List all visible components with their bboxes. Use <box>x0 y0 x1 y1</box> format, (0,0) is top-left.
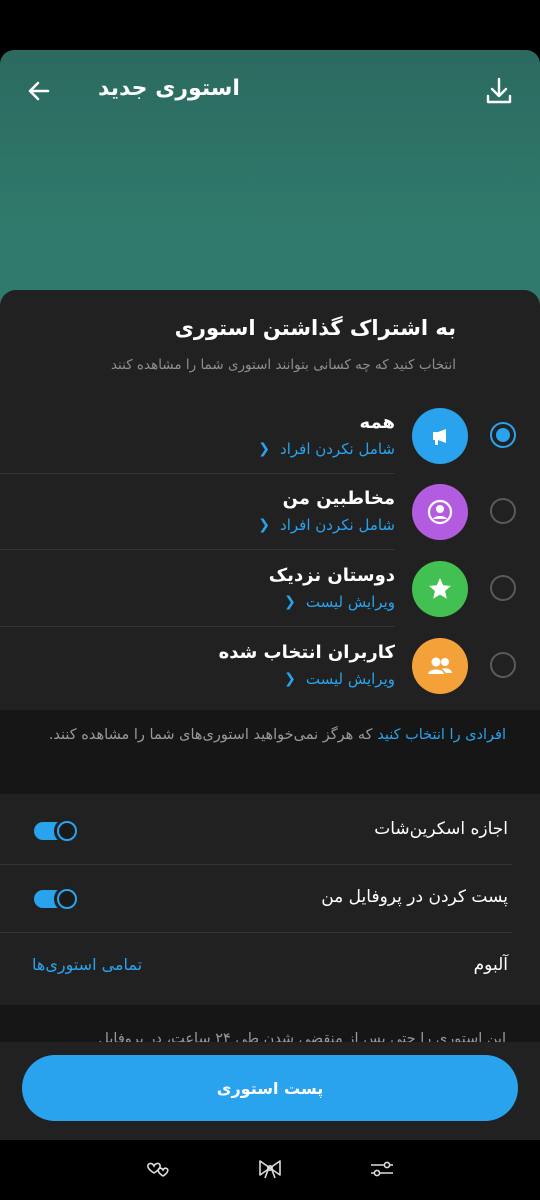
chevron-left-icon: ❮ <box>258 441 271 457</box>
option-selected-users-link-label: ویرایش لیست <box>305 670 395 688</box>
post-story-button[interactable]: پست استوری <box>22 1055 518 1121</box>
album-value-link[interactable]: تمامی استوری‌ها <box>32 955 142 974</box>
option-everyone-link[interactable]: شامل نکردن افراد ❮ <box>258 440 395 458</box>
bow-icon <box>259 1160 281 1179</box>
option-close-friends-avatar <box>412 561 468 617</box>
user-icon <box>427 499 453 525</box>
hearts-icon <box>147 1162 169 1177</box>
option-close-friends-link[interactable]: ویرایش لیست ❮ <box>284 593 395 611</box>
option-selected-users[interactable]: کاربران انتخاب شده ویرایش لیست ❮ <box>0 628 540 704</box>
sheet-title: به اشتراک گذاشتن استوری <box>174 316 456 340</box>
post-to-profile-toggle[interactable] <box>34 886 82 912</box>
exclude-info-rest: که هرگز نمی‌خواهید استوری‌های شما را مشا… <box>48 727 378 743</box>
exclude-info-text: افرادی را انتخاب کنید که هرگز نمی‌خواهید… <box>26 722 506 748</box>
option-everyone-avatar <box>412 408 468 464</box>
page-title: استوری جدید <box>98 76 240 101</box>
download-button[interactable] <box>484 74 514 108</box>
setting-allow-screenshot[interactable]: اجازه اسکرین‌شات <box>0 797 540 865</box>
chevron-left-icon: ❮ <box>284 594 296 610</box>
divider <box>0 626 395 627</box>
option-selected-users-name: کاربران انتخاب شده <box>218 642 395 663</box>
story-share-screen: استوری جدید به اشتراک گذاشتن استوری انتخ… <box>0 0 540 1200</box>
setting-post-to-profile[interactable]: پست کردن در پروفایل من <box>0 865 540 933</box>
divider <box>0 549 395 550</box>
share-bottom-sheet: به اشتراک گذاشتن استوری انتخاب کنید که چ… <box>0 290 540 1200</box>
option-contacts-avatar <box>412 484 468 540</box>
group-icon <box>428 657 452 674</box>
sliders-icon <box>371 1161 393 1177</box>
option-close-friends[interactable]: دوستان نزدیک ویرایش لیست ❮ <box>0 551 540 627</box>
option-contacts[interactable]: مخاطبین من شامل نکردن افراد ❮ <box>0 474 540 550</box>
option-contacts-radio[interactable] <box>490 498 516 524</box>
system-nav-bar <box>0 1140 540 1200</box>
option-close-friends-link-label: ویرایش لیست <box>305 593 395 611</box>
nav-hearts-button[interactable] <box>144 1154 174 1184</box>
option-selected-users-avatar <box>412 638 468 694</box>
setting-album-label: آلبوم <box>473 955 508 975</box>
option-contacts-link-label: شامل نکردن افراد <box>280 516 395 534</box>
chevron-left-icon: ❮ <box>284 671 296 687</box>
download-icon <box>486 77 512 104</box>
allow-screenshot-toggle[interactable] <box>34 818 82 844</box>
megaphone-icon <box>433 429 446 445</box>
star-icon <box>429 578 451 599</box>
option-everyone-radio[interactable] <box>490 422 516 448</box>
top-bar: استوری جدید <box>0 50 540 130</box>
toggle-knob <box>54 818 80 844</box>
option-close-friends-name: دوستان نزدیک <box>268 565 395 586</box>
option-everyone-name: همه <box>359 412 395 433</box>
setting-post-to-profile-label: پست کردن در پروفایل من <box>321 887 508 907</box>
setting-album[interactable]: آلبوم تمامی استوری‌ها <box>0 933 540 1001</box>
nav-bow-button[interactable] <box>255 1154 285 1184</box>
sheet-subtitle: انتخاب کنید که چه کسانی بتوانند استوری ش… <box>110 357 456 373</box>
nav-sliders-button[interactable] <box>367 1154 397 1184</box>
option-close-friends-radio[interactable] <box>490 575 516 601</box>
toggle-knob <box>54 886 80 912</box>
option-contacts-link[interactable]: شامل نکردن افراد ❮ <box>258 516 395 534</box>
option-selected-users-radio[interactable] <box>490 652 516 678</box>
post-area: پست استوری <box>0 1042 540 1136</box>
chevron-left-icon: ❮ <box>258 517 271 533</box>
arrow-left-icon <box>28 81 50 101</box>
option-contacts-name: مخاطبین من <box>282 488 395 509</box>
option-selected-users-link[interactable]: ویرایش لیست ❮ <box>284 670 395 688</box>
exclude-people-link[interactable]: افرادی را انتخاب کنید <box>377 727 506 743</box>
back-button[interactable] <box>22 74 56 108</box>
option-everyone[interactable]: همه شامل نکردن افراد ❮ <box>0 398 540 474</box>
exclude-info-box: افرادی را انتخاب کنید که هرگز نمی‌خواهید… <box>0 710 540 794</box>
option-everyone-link-label: شامل نکردن افراد <box>280 440 395 458</box>
setting-allow-screenshot-label: اجازه اسکرین‌شات <box>374 819 508 839</box>
